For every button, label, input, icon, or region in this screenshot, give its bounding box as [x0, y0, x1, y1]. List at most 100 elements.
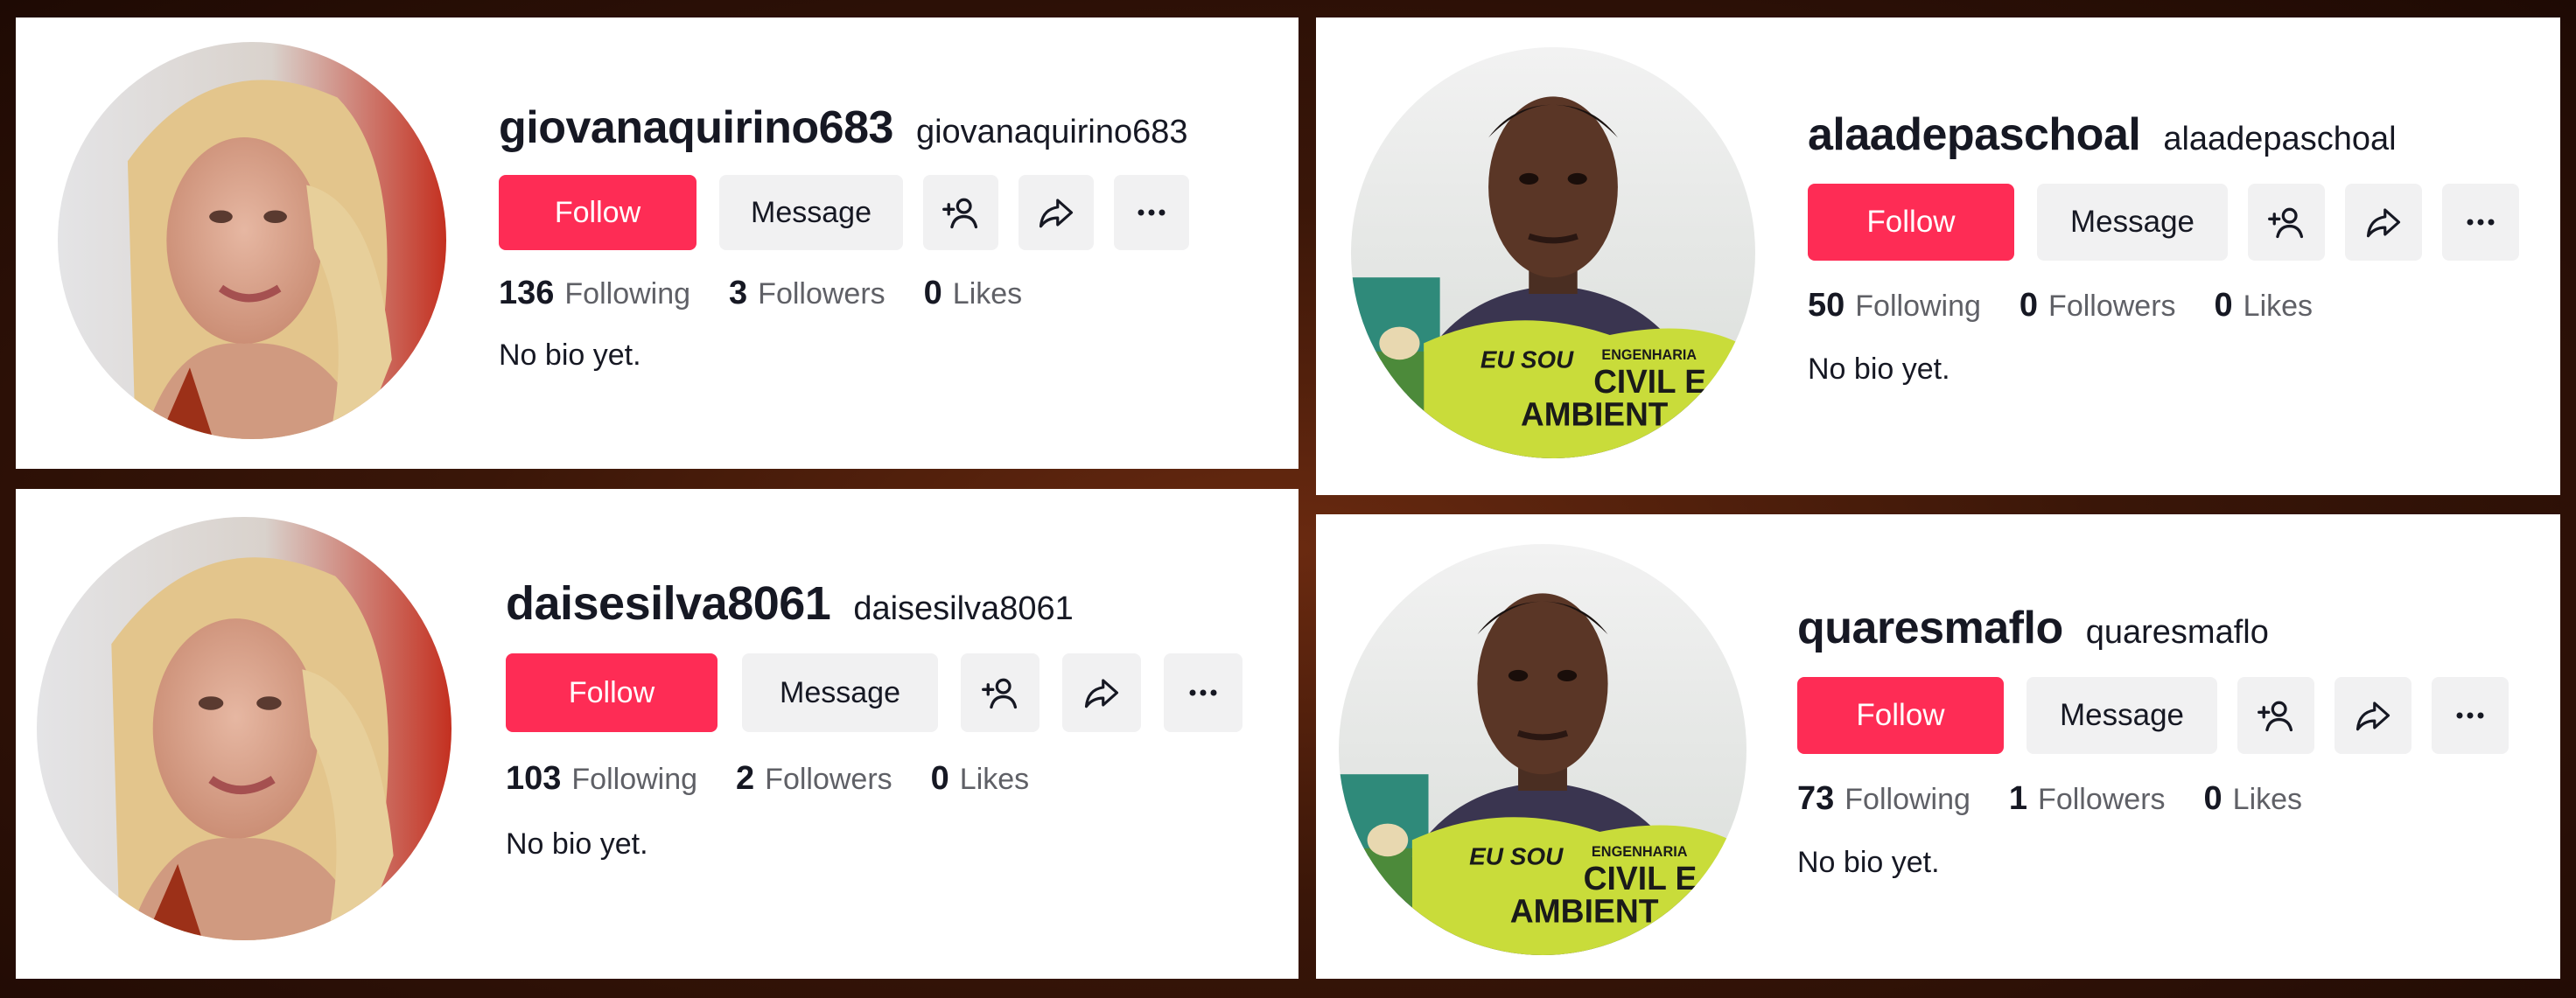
share-icon: [1083, 674, 1120, 711]
following-label: Following: [571, 763, 698, 796]
bio: No bio yet.: [1808, 352, 1950, 386]
nickname: daisesilva8061: [853, 590, 1074, 627]
more-button[interactable]: [2432, 677, 2509, 754]
message-button[interactable]: Message: [742, 653, 938, 732]
name-row: daisesilva8061 daisesilva8061: [506, 576, 1242, 631]
likes-stat: 0 Likes: [2204, 780, 2303, 818]
shirt-text: AMBIENT: [1510, 892, 1659, 929]
share-button[interactable]: [1062, 653, 1141, 732]
action-buttons: Follow Message: [1797, 677, 2509, 754]
shirt-text: EU SOU: [1480, 345, 1574, 373]
following-stat[interactable]: 50 Following: [1808, 287, 1981, 325]
profile-info: daisesilva8061 daisesilva8061 Follow Mes…: [506, 576, 1242, 862]
name-row: giovanaquirino683 giovanaquirino683: [499, 101, 1189, 154]
shirt-text: EU SOU: [1469, 842, 1564, 869]
add-friend-button[interactable]: [2248, 184, 2325, 261]
likes-label: Likes: [959, 763, 1030, 796]
follow-button[interactable]: Follow: [499, 175, 696, 250]
shirt-text: ENGENHARIA: [1592, 844, 1688, 860]
share-button[interactable]: [1018, 175, 1094, 250]
likes-stat: 0 Likes: [2215, 287, 2314, 325]
message-button[interactable]: Message: [719, 175, 903, 250]
profile-card: giovanaquirino683 giovanaquirino683 Foll…: [16, 17, 1298, 469]
follow-button[interactable]: Follow: [1797, 677, 2004, 754]
share-button[interactable]: [2345, 184, 2422, 261]
likes-count: 0: [2214, 287, 2233, 324]
following-count: 73: [1797, 780, 1835, 817]
bio: No bio yet.: [1797, 846, 1940, 879]
add-friend-icon: [981, 673, 1019, 712]
profile-card: daisesilva8061 daisesilva8061 Follow Mes…: [16, 489, 1298, 979]
action-buttons: Follow Message: [499, 175, 1189, 250]
username: quaresmaflo: [1797, 603, 2063, 653]
bio: No bio yet.: [506, 827, 648, 861]
followers-count: 2: [736, 760, 755, 797]
add-friend-button[interactable]: [2237, 677, 2314, 754]
nickname: giovanaquirino683: [915, 114, 1188, 150]
followers-stat[interactable]: 3 Followers: [729, 275, 886, 312]
stats-row: 103 Following 2 Followers 0 Likes: [506, 760, 1242, 798]
more-icon: [1186, 687, 1221, 698]
action-buttons: Follow Message: [506, 653, 1242, 732]
followers-count: 0: [2019, 287, 2039, 324]
nickname: alaadepaschoal: [2163, 121, 2397, 157]
profile-card: EU SOU ENGENHARIA CIVIL E AMBIENT alaade…: [1316, 17, 2560, 495]
follow-button[interactable]: Follow: [506, 653, 718, 732]
likes-label: Likes: [2243, 290, 2314, 323]
followers-stat[interactable]: 2 Followers: [736, 760, 892, 798]
username: daisesilva8061: [506, 577, 831, 630]
stats-row: 50 Following 0 Followers 0 Likes: [1808, 287, 2519, 325]
followers-label: Followers: [758, 277, 886, 311]
likes-stat: 0 Likes: [931, 760, 1030, 798]
action-buttons: Follow Message: [1808, 184, 2519, 261]
message-button[interactable]: Message: [2026, 677, 2217, 754]
profile-info: giovanaquirino683 giovanaquirino683 Foll…: [499, 101, 1189, 373]
more-button[interactable]: [1114, 175, 1189, 250]
shirt-text: CIVIL E: [1584, 860, 1698, 897]
followers-label: Followers: [765, 763, 892, 796]
bio: No bio yet.: [499, 338, 641, 372]
following-label: Following: [564, 277, 691, 311]
following-stat[interactable]: 73 Following: [1797, 780, 1970, 818]
followers-stat[interactable]: 1 Followers: [2009, 780, 2166, 818]
more-icon: [2463, 217, 2498, 227]
followers-count: 3: [729, 275, 748, 311]
followers-count: 1: [2008, 780, 2028, 817]
following-label: Following: [1855, 290, 1981, 323]
profile-card: EU SOU ENGENHARIA CIVIL E AMBIENT quares…: [1316, 514, 2560, 979]
likes-count: 0: [930, 760, 949, 797]
username: alaadepaschoal: [1808, 109, 2141, 160]
add-friend-button[interactable]: [961, 653, 1040, 732]
message-button[interactable]: Message: [2037, 184, 2228, 261]
username: giovanaquirino683: [499, 102, 893, 153]
following-label: Following: [1844, 783, 1970, 816]
share-button[interactable]: [2334, 677, 2412, 754]
more-button[interactable]: [2442, 184, 2519, 261]
more-icon: [2453, 710, 2488, 721]
likes-label: Likes: [952, 277, 1023, 311]
add-friend-button[interactable]: [923, 175, 998, 250]
following-count: 136: [499, 275, 555, 311]
avatar[interactable]: EU SOU ENGENHARIA CIVIL E AMBIENT: [1351, 47, 1755, 458]
stats-row: 136 Following 3 Followers 0 Likes: [499, 275, 1189, 312]
avatar[interactable]: [58, 42, 446, 439]
shirt-text: CIVIL E: [1593, 363, 1706, 400]
likes-stat: 0 Likes: [924, 275, 1023, 312]
likes-count: 0: [923, 275, 942, 311]
more-button[interactable]: [1164, 653, 1242, 732]
share-icon: [2365, 204, 2402, 241]
share-icon: [2355, 697, 2391, 734]
add-friend-icon: [2257, 696, 2295, 735]
followers-label: Followers: [2048, 290, 2176, 323]
followers-stat[interactable]: 0 Followers: [2020, 287, 2176, 325]
avatar[interactable]: EU SOU ENGENHARIA CIVIL E AMBIENT: [1339, 544, 1746, 955]
likes-label: Likes: [2232, 783, 2303, 816]
add-friend-icon: [942, 193, 980, 232]
following-stat[interactable]: 103 Following: [506, 760, 697, 798]
avatar[interactable]: [37, 517, 452, 940]
profile-info: quaresmaflo quaresmaflo Follow Message 7…: [1797, 602, 2509, 880]
follow-button[interactable]: Follow: [1808, 184, 2014, 261]
name-row: alaadepaschoal alaadepaschoal: [1808, 108, 2519, 161]
nickname: quaresmaflo: [2085, 614, 2269, 651]
following-stat[interactable]: 136 Following: [499, 275, 690, 312]
